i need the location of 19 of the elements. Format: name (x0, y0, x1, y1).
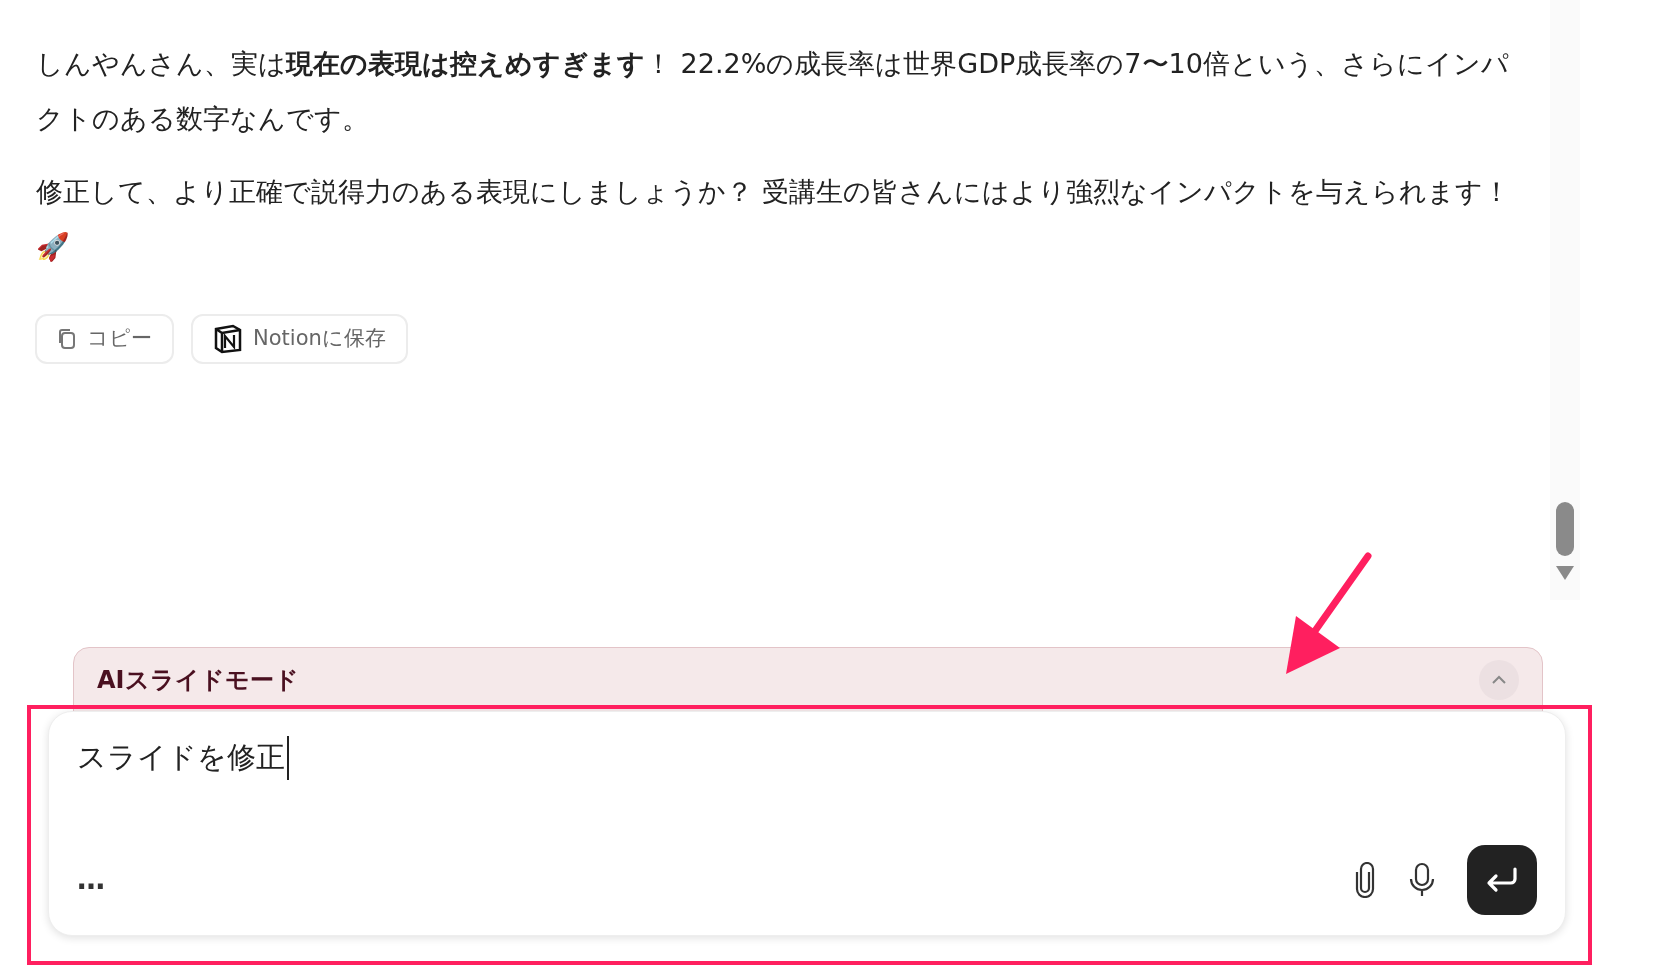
message-paragraph: 修正して、より正確で説得力のある表現にしましょうか？ 受講生の皆さんにはより強烈なインパクトを与えられます！ 🚀 (36, 175, 1511, 264)
scrollbar[interactable] (1550, 0, 1580, 600)
cube-icon (213, 324, 243, 354)
save-button[interactable]: Notionに保存 (191, 314, 408, 364)
scroll-down-icon[interactable] (1556, 566, 1574, 580)
copy-icon (57, 328, 77, 350)
mode-title: AIスライドモード (97, 665, 299, 696)
enter-icon (1485, 866, 1519, 894)
scroll-thumb[interactable] (1556, 502, 1574, 556)
microphone-icon[interactable] (1407, 862, 1437, 898)
copy-button[interactable]: コピー (35, 314, 174, 364)
chevron-icon (1491, 675, 1507, 685)
input-field[interactable]: スライドを修正 (77, 736, 289, 780)
message-composer[interactable]: スライドを修正 … (48, 711, 1566, 936)
message-paragraph: しんやんさん、実は現在の表現は控えめすぎます！ 22.2%の成長率は世界GDP成長率の7〜10倍という、さらにインパクトのある数字なんです。 (36, 47, 1510, 136)
more-button[interactable]: … (77, 859, 105, 901)
send-button[interactable] (1467, 845, 1537, 915)
paperclip-icon[interactable] (1353, 862, 1377, 898)
collapse-button[interactable] (1479, 660, 1519, 700)
